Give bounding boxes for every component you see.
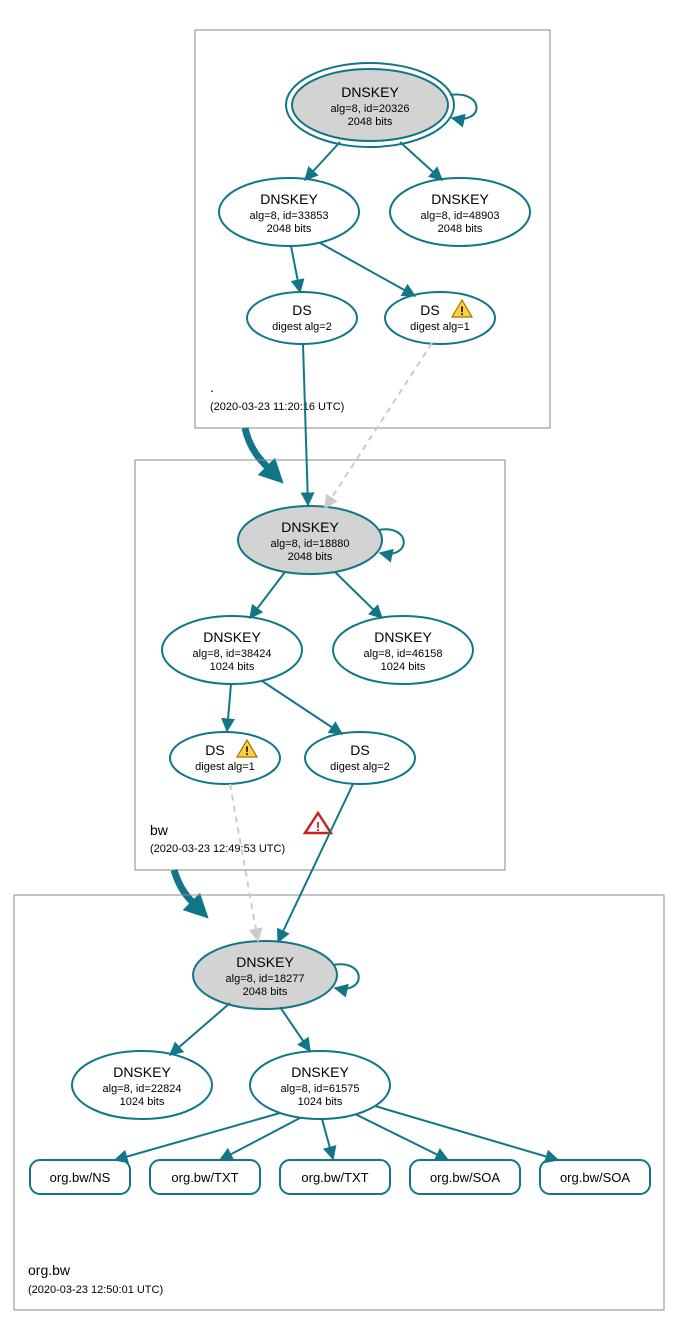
svg-text:2048 bits: 2048 bits	[438, 223, 483, 235]
svg-text:alg=8, id=38424: alg=8, id=38424	[193, 648, 272, 660]
error-icon: !	[305, 813, 331, 834]
svg-text:DNSKEY: DNSKEY	[341, 84, 399, 100]
svg-text:DNSKEY: DNSKEY	[203, 629, 261, 645]
node-bw-ksk: DNSKEY alg=8, id=18880 2048 bits	[238, 506, 382, 574]
zone-orgbw-timestamp: (2020-03-23 12:50:01 UTC)	[28, 1284, 163, 1296]
delegation-bw-to-orgbw	[174, 870, 200, 910]
svg-text:org.bw/TXT: org.bw/TXT	[301, 1170, 368, 1185]
node-root-zsk2: DNSKEY alg=8, id=48903 2048 bits	[390, 178, 530, 246]
node-bw-zsk2: DNSKEY alg=8, id=46158 1024 bits	[333, 616, 473, 684]
node-root-ds1: DS digest alg=2	[247, 292, 357, 344]
svg-text:DNSKEY: DNSKEY	[236, 954, 294, 970]
svg-text:digest alg=1: digest alg=1	[195, 761, 255, 773]
svg-text:org.bw/TXT: org.bw/TXT	[171, 1170, 238, 1185]
zone-root: . (2020-03-23 11:20:16 UTC) DNSKEY alg=8…	[195, 30, 550, 428]
svg-text:alg=8, id=22824: alg=8, id=22824	[103, 1083, 182, 1095]
node-root-ksk: DNSKEY alg=8, id=20326 2048 bits	[286, 63, 454, 147]
svg-text:digest alg=2: digest alg=2	[330, 761, 390, 773]
zone-bw-timestamp: (2020-03-23 12:49:53 UTC)	[150, 843, 285, 855]
rr-txt-2: org.bw/TXT	[280, 1160, 390, 1194]
svg-text:2048 bits: 2048 bits	[348, 116, 393, 128]
svg-text:!: !	[316, 819, 320, 834]
svg-text:DS: DS	[420, 302, 439, 318]
svg-text:1024 bits: 1024 bits	[120, 1096, 165, 1108]
svg-text:DS: DS	[292, 302, 311, 318]
node-org-ksk: DNSKEY alg=8, id=18277 2048 bits	[193, 941, 337, 1009]
svg-text:DNSKEY: DNSKEY	[431, 191, 489, 207]
svg-text:alg=8, id=18880: alg=8, id=18880	[271, 538, 350, 550]
svg-text:1024 bits: 1024 bits	[210, 661, 255, 673]
node-root-zsk1: DNSKEY alg=8, id=33853 2048 bits	[219, 178, 359, 246]
zone-bw: bw (2020-03-23 12:49:53 UTC) DNSKEY alg=…	[135, 343, 505, 870]
svg-text:2048 bits: 2048 bits	[267, 223, 312, 235]
svg-text:org.bw/NS: org.bw/NS	[50, 1170, 111, 1185]
svg-text:alg=8, id=48903: alg=8, id=48903	[421, 210, 500, 222]
svg-text:!: !	[460, 304, 464, 318]
svg-text:DNSKEY: DNSKEY	[113, 1064, 171, 1080]
svg-text:DNSKEY: DNSKEY	[291, 1064, 349, 1080]
node-org-zsk1: DNSKEY alg=8, id=22824 1024 bits	[72, 1051, 212, 1119]
svg-text:org.bw/SOA: org.bw/SOA	[560, 1170, 630, 1185]
zone-root-label: .	[210, 379, 214, 395]
delegation-root-to-bw	[245, 428, 275, 475]
svg-text:DS: DS	[205, 742, 224, 758]
svg-text:digest alg=1: digest alg=1	[410, 321, 470, 333]
rr-txt-1: org.bw/TXT	[150, 1160, 260, 1194]
zone-bw-label: bw	[150, 822, 169, 838]
dnssec-diagram: . (2020-03-23 11:20:16 UTC) DNSKEY alg=8…	[0, 0, 675, 1324]
svg-text:alg=8, id=20326: alg=8, id=20326	[331, 103, 410, 115]
svg-text:DS: DS	[350, 742, 369, 758]
svg-text:!: !	[245, 744, 249, 758]
node-bw-ds2: DS digest alg=2	[305, 732, 415, 784]
node-bw-zsk1: DNSKEY alg=8, id=38424 1024 bits	[162, 616, 302, 684]
rr-ns: org.bw/NS	[30, 1160, 130, 1194]
zone-root-timestamp: (2020-03-23 11:20:16 UTC)	[210, 401, 344, 413]
svg-text:2048 bits: 2048 bits	[243, 986, 288, 998]
svg-text:1024 bits: 1024 bits	[298, 1096, 343, 1108]
zone-orgbw-label: org.bw	[28, 1262, 71, 1278]
svg-text:DNSKEY: DNSKEY	[374, 629, 432, 645]
svg-text:alg=8, id=46158: alg=8, id=46158	[364, 648, 443, 660]
svg-text:2048 bits: 2048 bits	[288, 551, 333, 563]
node-org-zsk2: DNSKEY alg=8, id=61575 1024 bits	[250, 1051, 390, 1119]
rr-soa-2: org.bw/SOA	[540, 1160, 650, 1194]
svg-text:1024 bits: 1024 bits	[381, 661, 426, 673]
svg-text:alg=8, id=18277: alg=8, id=18277	[226, 973, 305, 985]
node-root-ds2: DS digest alg=1 !	[385, 292, 495, 344]
svg-text:alg=8, id=33853: alg=8, id=33853	[250, 210, 329, 222]
svg-text:alg=8, id=61575: alg=8, id=61575	[281, 1083, 360, 1095]
node-bw-ds1: DS digest alg=1 !	[170, 732, 280, 784]
svg-text:digest alg=2: digest alg=2	[272, 321, 332, 333]
svg-text:DNSKEY: DNSKEY	[260, 191, 318, 207]
svg-text:org.bw/SOA: org.bw/SOA	[430, 1170, 500, 1185]
rr-soa-1: org.bw/SOA	[410, 1160, 520, 1194]
zone-orgbw: org.bw (2020-03-23 12:50:01 UTC) DNSKEY …	[14, 784, 664, 1310]
svg-text:DNSKEY: DNSKEY	[281, 519, 339, 535]
